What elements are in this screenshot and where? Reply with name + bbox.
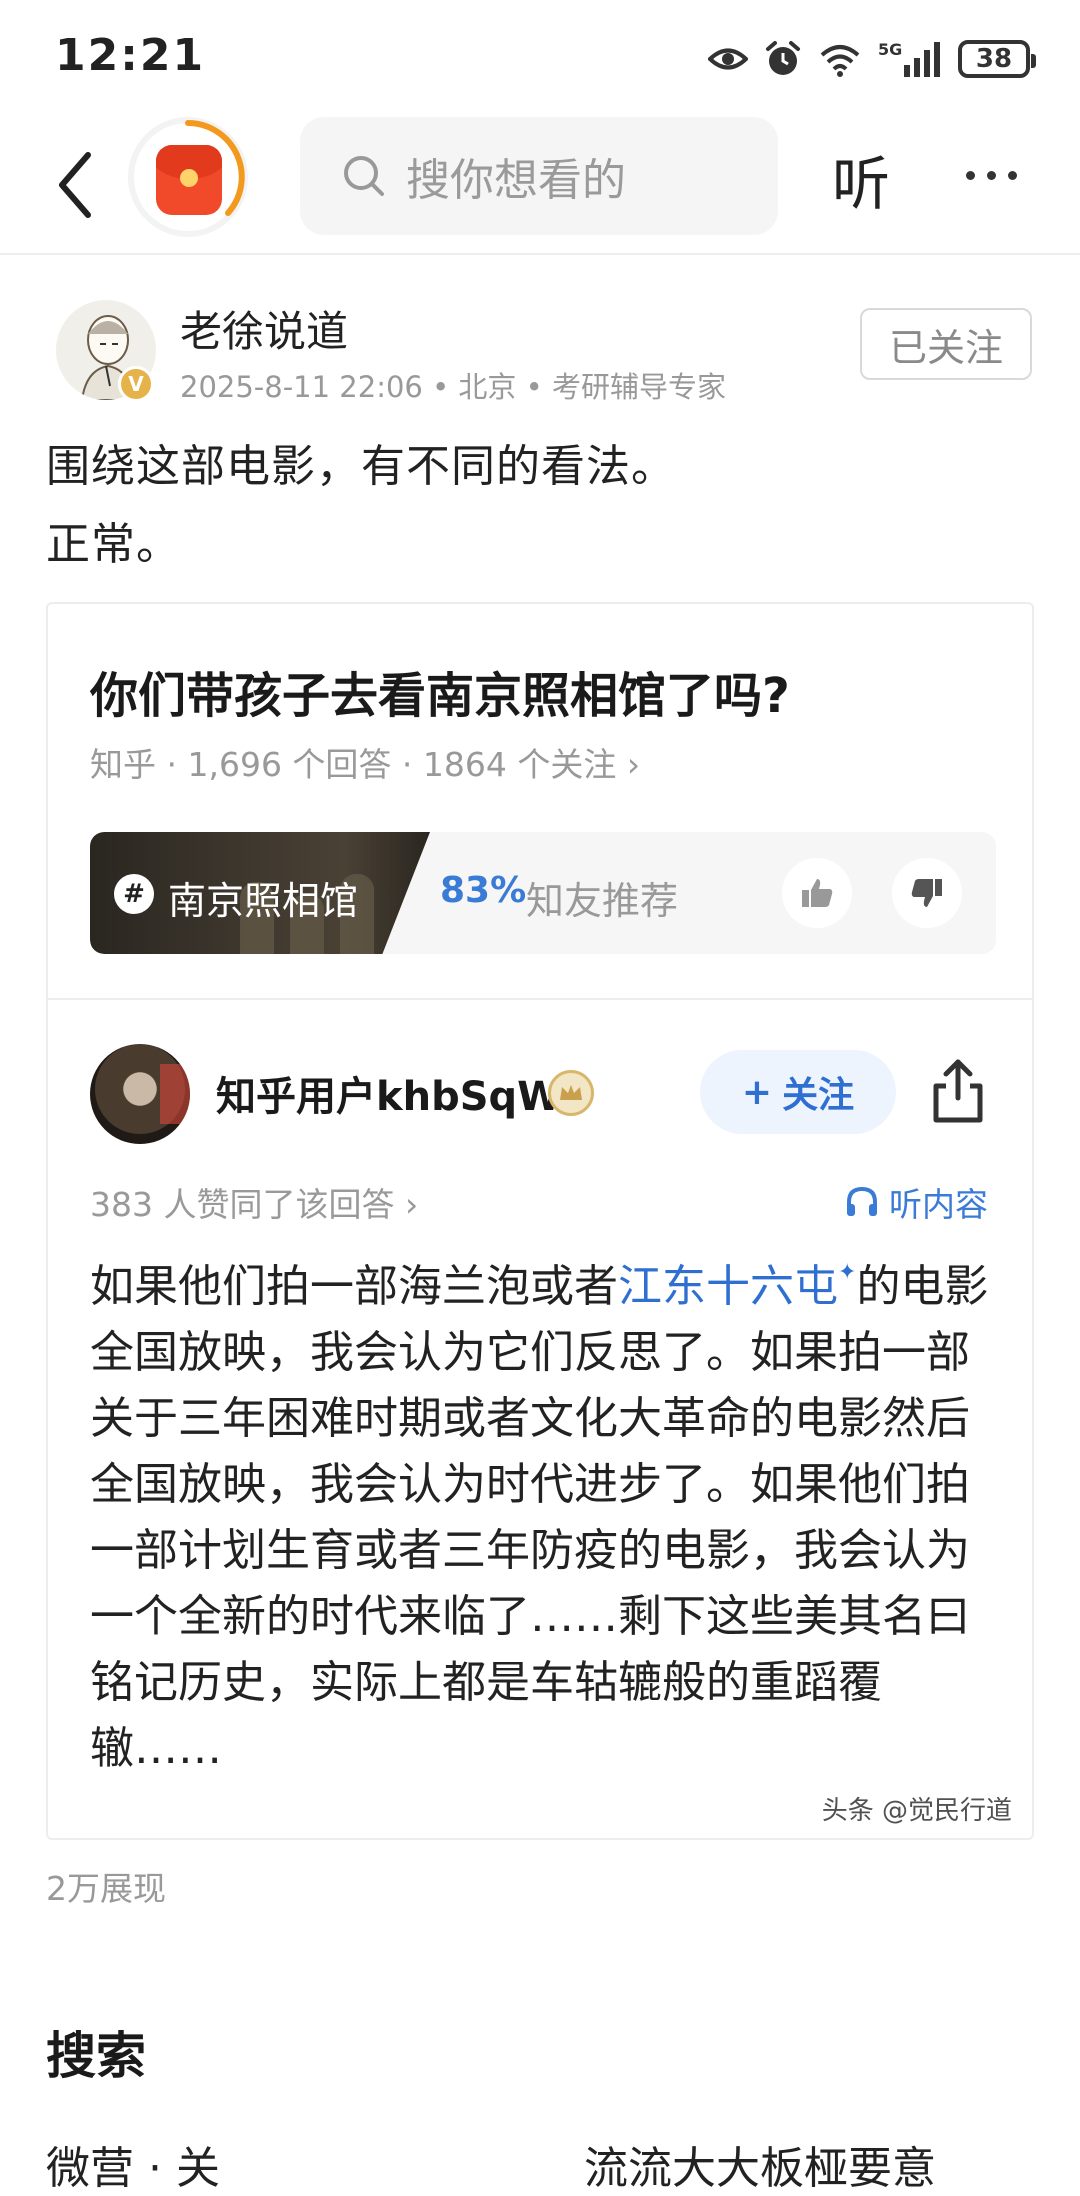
recommend-label: 知友推荐 [526,879,679,923]
listen-content-label: 听内容 [889,1185,988,1224]
thumbs-down-icon [911,879,942,907]
more-options-icon[interactable] [966,171,1017,180]
sparkle-icon: ✦ [838,1260,857,1285]
crown-badge-icon [548,1070,594,1116]
top-nav: 搜你想看的 听 [0,115,1080,255]
eye-icon [708,48,748,70]
search-input[interactable]: 搜你想看的 [300,117,778,235]
red-packet-button[interactable] [128,117,248,237]
follow-label: 关注 [782,1075,855,1116]
search-section-title: 搜索 [46,2027,146,2085]
thumbs-up-icon [802,879,833,907]
battery-level: 38 [975,44,1013,74]
alarm-icon [766,41,800,75]
topic-name: 南京照相馆 [168,879,359,923]
answer-body-rest: 的电影全国放映，我会认为它们反思了。如果拍一部关于三年困难时期或者文化大革命的电… [90,1261,989,1774]
watermark: 头条 @觉民行道 [821,1796,1012,1826]
answer-likes[interactable]: 383 人赞同了该回答 › [90,1178,418,1226]
answer-body[interactable]: 如果他们拍一部海兰泡或者江东十六屯✦的电影全国放映，我会认为它们反思了。如果拍一… [90,1240,990,1782]
post-text-line-1: 围绕这部电影，有不同的看法。 [46,441,676,492]
search-placeholder: 搜你想看的 [406,155,626,206]
embedded-answer-card[interactable]: 你们带孩子去看南京照相馆了吗? 知乎 · 1,696 个回答 · 1864 个关… [46,602,1034,1840]
cellular-5g-icon: 5G [878,40,940,77]
share-icon[interactable] [928,1056,988,1126]
post-text-line-2: 正常。 [46,519,181,570]
author-name[interactable]: 老徐说道 [180,298,348,359]
svg-text:5G: 5G [878,40,902,59]
search-suggestion-left[interactable]: 微营 · 关 [46,2132,220,2196]
followed-button[interactable]: 已关注 [860,308,1032,380]
question-meta[interactable]: 知乎 · 1,696 个回答 · 1864 个关注 › [90,738,640,786]
search-icon [344,156,384,196]
hashtag-icon: # [114,874,154,914]
listen-content-button[interactable]: 听内容 [845,1178,988,1226]
verified-badge-icon: V [118,366,154,402]
red-packet-icon [156,145,222,215]
headphones-icon [847,1186,877,1216]
plus-icon: + [741,1071,773,1113]
status-time: 12:21 [55,30,206,81]
author-meta: 2025-8-11 22:06 • 北京 • 考研辅导专家 [180,370,726,404]
thumbs-down-button[interactable] [892,858,962,928]
answer-body-start: 如果他们拍一部海兰泡或者 [90,1261,618,1312]
answer-author-avatar[interactable] [90,1044,190,1144]
question-title[interactable]: 你们带孩子去看南京照相馆了吗? [90,656,790,726]
answer-body-link[interactable]: 江东十六屯 [618,1261,838,1312]
back-button[interactable] [50,145,100,225]
wifi-icon [820,45,860,77]
answer-author-name[interactable]: 知乎用户khbSqW [216,1064,561,1122]
listen-button[interactable]: 听 [832,137,890,221]
follow-button[interactable]: + 关注 [700,1050,896,1134]
card-divider [48,998,1032,1000]
thumbs-up-button[interactable] [782,858,852,928]
status-icons: 5G 38 [708,36,1036,82]
status-bar: 12:21 5G 38 [0,0,1080,115]
view-count: 2万展现 [46,1869,166,1908]
recommend-percent: 83% [440,870,527,911]
search-suggestion-right[interactable]: 流流大大板桠要意 [584,2132,936,2196]
battery-icon: 38 [958,40,1036,78]
topic-bar[interactable]: # 南京照相馆 83% 知友推荐 [90,832,996,954]
